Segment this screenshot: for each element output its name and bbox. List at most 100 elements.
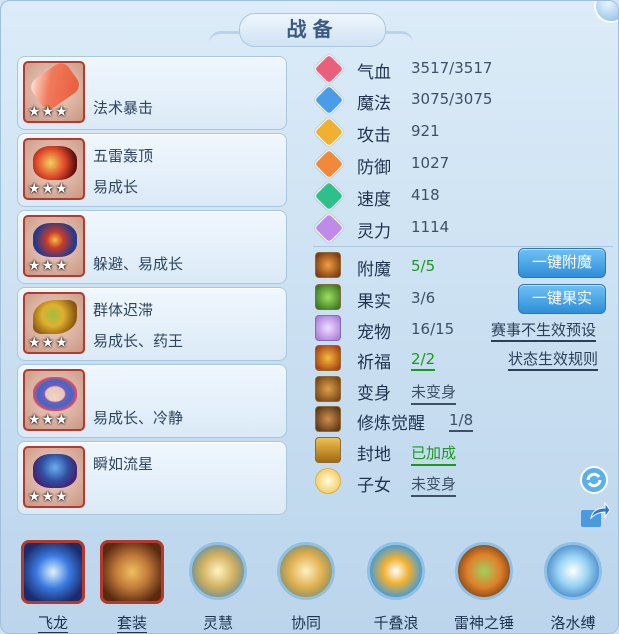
card-icon-1: ★★★ [23,61,85,123]
stat-label: 攻击 [357,126,391,146]
mana-drop-icon [313,84,345,116]
extra-label: 祈福 [357,353,391,373]
tab-synergy[interactable]: 协同 [271,536,341,633]
extra-transform: 变身 未变身 [313,375,613,405]
card-icon-2: ★★★ [23,138,85,200]
pet-card-1[interactable]: ★★★ 法术暴击 [17,56,287,130]
extra-value: 5/5 [411,257,436,275]
star-rating: ★★★ [28,489,69,505]
tab-label: 洛水缚 [550,614,596,632]
status-rules-link[interactable]: 状态生效规则 [508,348,599,371]
extra-label: 变身 [357,384,391,404]
stat-defense: 防御 1027 [313,148,603,180]
pet-card-5[interactable]: ★★★ 易成长、冷静 [17,364,287,438]
flying-dragon-icon [21,540,85,604]
stat-spirit: 灵力 1114 [313,212,603,244]
pet-avatar-icon [315,315,341,341]
card-line-2: 易成长、药王 [93,332,184,350]
stat-value: 1027 [411,154,450,172]
speed-bolt-icon [313,180,345,212]
extra-label: 果实 [357,292,391,312]
extra-fief: 封地 已加成 [313,436,613,466]
jeweled-ring-icon [33,377,77,411]
transform-icon [315,376,341,402]
extra-value[interactable]: 未变身 [411,473,457,497]
tab-label-text: 套装 [116,614,147,633]
thunder-hammer-icon [455,542,513,600]
tab-label: 套装 [87,612,177,633]
tab-label: 千叠浪 [373,614,419,632]
stat-label: 防御 [357,158,391,178]
fief-gate-icon [315,437,341,463]
suit-armor-icon [100,540,164,604]
extra-value[interactable]: 2/2 [411,350,436,371]
stat-speed: 速度 418 [313,180,603,212]
card-icon-3: ★★★ [23,215,85,277]
card-line-1: 瞬如流星 [93,455,154,473]
battle-prep-panel: 战备 ★★★ 法术暴击 ★★★ 五雷轰顶 易成长 ★★★ 躲避、易成长 ★★★ … [0,0,619,634]
pet-card-3[interactable]: ★★★ 躲避、易成长 [17,210,287,284]
enchant-all-button[interactable]: 一键附魔 [518,248,606,278]
tab-wisdom[interactable]: 灵慧 [183,536,253,633]
stat-hp: 气血 3517/3517 [313,53,603,85]
card-icon-6: ★★★ [23,446,85,508]
extra-value[interactable]: 未变身 [411,381,457,405]
tab-label: 飞龙 [8,612,98,633]
stat-label: 魔法 [357,94,391,114]
extra-label: 宠物 [357,323,391,343]
stat-label: 速度 [357,190,391,210]
stat-value: 418 [411,186,440,204]
event-preset-link[interactable]: 赛事不生效预设 [491,319,597,342]
card-icon-4: ★★★ [23,292,85,354]
star-rating: ★★★ [28,258,69,274]
refresh-icon[interactable] [579,465,609,495]
tab-river-bind[interactable]: 洛水缚 [538,536,608,633]
tab-label: 灵慧 [202,614,233,632]
star-rating: ★★★ [28,335,69,351]
pet-card-2[interactable]: ★★★ 五雷轰顶 易成长 [17,133,287,207]
stats-divider [313,246,613,247]
card-line-2: 易成长 [93,178,139,196]
card-icon-5: ★★★ [23,369,85,431]
stat-mp: 魔法 3075/3075 [313,84,603,116]
heart-icon [313,53,345,85]
extra-label: 子女 [357,476,391,496]
extra-label: 附魔 [357,260,391,280]
tab-wave[interactable]: 千叠浪 [361,536,431,633]
fruit-all-button[interactable]: 一键果实 [518,284,606,314]
shield-icon [313,148,345,180]
share-icon[interactable] [579,500,611,530]
blessing-icon [315,345,341,371]
card-line-2: 易成长、冷静 [93,409,184,427]
stat-value: 3075/3075 [411,90,493,108]
tab-flying-dragon[interactable]: 飞龙 [18,536,88,633]
extra-value[interactable]: 已加成 [411,442,457,466]
page-title: 战备 [239,13,386,47]
armored-warrior-icon [33,454,77,488]
star-rating: ★★★ [28,104,69,120]
star-rating: ★★★ [28,412,69,428]
enchant-icon [315,252,341,278]
sword-icon [313,116,345,148]
pet-card-4[interactable]: ★★★ 群体迟滞 易成长、药王 [17,287,287,361]
stat-label: 灵力 [357,222,391,242]
card-line-2: 法术暴击 [93,99,154,117]
card-line-1: 群体迟滞 [93,301,154,319]
star-rating: ★★★ [28,181,69,197]
fruit-icon [315,284,341,310]
synergy-icon [277,542,335,600]
rainbow-shell-icon [33,146,77,180]
pet-card-6[interactable]: ★★★ 瞬如流星 [17,441,287,515]
tab-thunder-hammer[interactable]: 雷神之锤 [449,536,519,633]
spirit-star-icon [313,212,345,244]
wisdom-icon [189,542,247,600]
tab-suit[interactable]: 套装 [97,536,167,633]
cultivation-icon [315,406,341,432]
extra-value: 16/15 [411,320,455,338]
extra-child: 子女 未变身 [313,467,613,497]
stat-value: 921 [411,122,440,140]
child-sun-icon [315,468,341,494]
extra-value[interactable]: 1/8 [449,411,474,432]
wave-icon [367,542,425,600]
stat-value: 1114 [411,218,450,236]
